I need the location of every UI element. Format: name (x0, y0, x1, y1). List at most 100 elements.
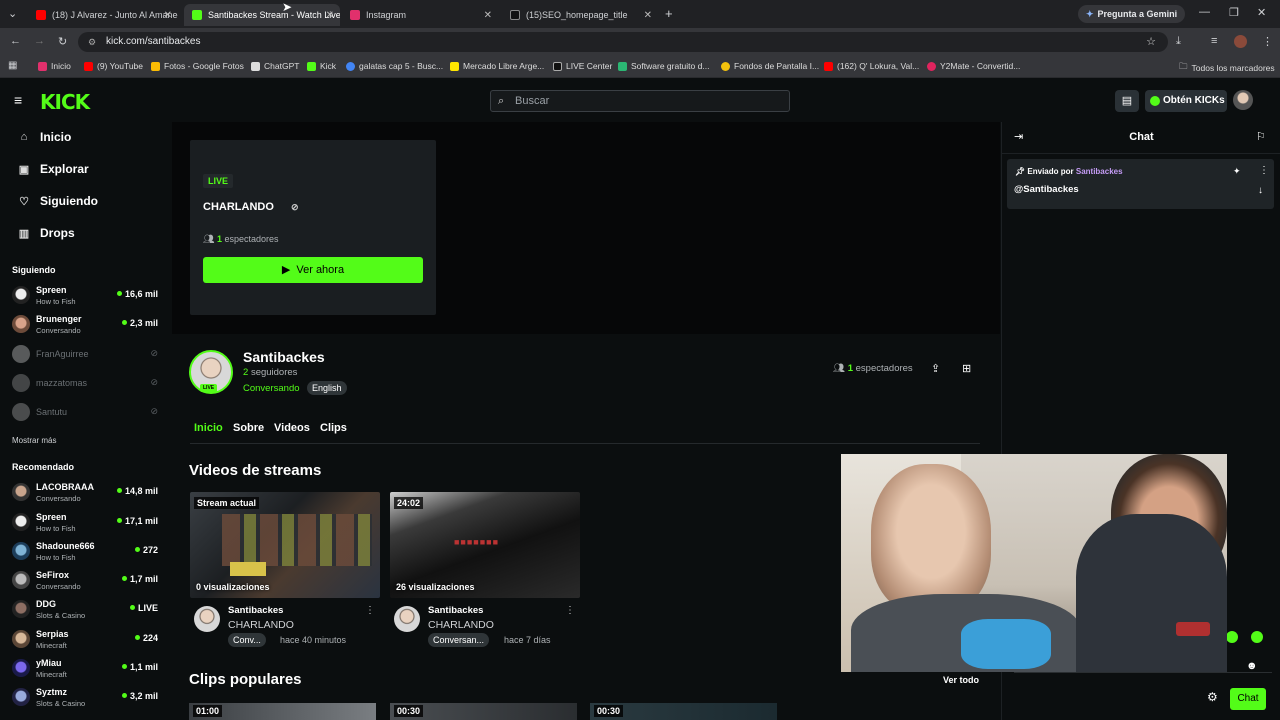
sidebar-channel-shadoune666[interactable]: Shadoune666 How to Fish 272 (12, 539, 162, 565)
nav-drops[interactable]: ▥ Drops (16, 226, 75, 240)
avatar[interactable] (194, 606, 220, 632)
kick-logo[interactable]: KICK (40, 90, 90, 114)
tab-search-icon[interactable]: ⌄ (8, 7, 17, 20)
close-icon[interactable]: ✕ (164, 10, 172, 21)
video-title[interactable]: CHARLANDO (428, 619, 494, 631)
sidebar-channel-mazzatomas[interactable]: mazzatomas ⊘ (12, 371, 162, 397)
video-channel[interactable]: Santibackes (228, 605, 283, 616)
bookmark-item[interactable]: Y2Mate - Convertid... (927, 61, 1020, 71)
sidebar-channel-franaguirree[interactable]: FranAguirree ⊘ (12, 342, 162, 368)
forward-icon[interactable]: → (34, 35, 45, 47)
search-input[interactable]: ⌕ Buscar (490, 90, 790, 112)
expand-icon[interactable]: ↓ (1258, 185, 1263, 196)
clip-card[interactable]: 01:00 (189, 703, 376, 720)
settings-gear-icon[interactable]: ⚙ (1207, 690, 1218, 704)
bookmark-item[interactable]: ChatGPT (251, 61, 299, 71)
close-icon[interactable]: ✕ (484, 10, 492, 21)
site-info-icon[interactable]: ⚙ (88, 32, 96, 52)
theater-mode-icon[interactable]: ⊞ (962, 362, 971, 375)
avatar (12, 286, 30, 304)
sidebar-channel-syztmz[interactable]: Syztmz Slots & Casino 3,2 mil (12, 685, 162, 711)
browser-tab-2[interactable]: Santibackes Stream - Watch Live ✕ (184, 4, 340, 26)
show-more-link[interactable]: Mostrar más (12, 436, 56, 445)
apps-grid-icon[interactable]: ▦ (8, 60, 17, 71)
store-button[interactable]: ▤ (1115, 90, 1139, 112)
minimize-icon[interactable]: — (1199, 6, 1210, 18)
close-icon[interactable]: ✕ (326, 10, 334, 21)
video-category[interactable]: Conv... (228, 633, 266, 647)
close-icon[interactable]: ✕ (644, 10, 652, 21)
tab-inicio[interactable]: Inicio (194, 422, 223, 434)
bookmark-item[interactable]: Software gratuito d... (618, 61, 709, 71)
video-category[interactable]: Conversan... (428, 633, 490, 647)
close-window-icon[interactable]: ✕ (1257, 6, 1266, 19)
bookmark-item[interactable]: LIVE Center (553, 61, 612, 71)
watch-now-button[interactable]: ▶ Ver ahora (203, 257, 423, 283)
reload-icon[interactable]: ↻ (58, 35, 67, 48)
get-kicks-button[interactable]: Obtén KICKs (1145, 90, 1227, 112)
user-avatar[interactable] (1233, 90, 1253, 110)
nav-siguiendo[interactable]: ♡ Siguiendo (16, 194, 98, 208)
chrome-menu-icon[interactable]: ⋮ (1262, 35, 1273, 48)
sidebar-channel-spreen[interactable]: Spreen How to Fish 17,1 mil (12, 510, 162, 536)
channel-category: Minecraft (36, 670, 67, 679)
sidebar-channel-serpias[interactable]: Serpias Minecraft 224 (12, 627, 162, 653)
sidebar-channel-ymiau[interactable]: yMiau Minecraft 1,1 mil (12, 656, 162, 682)
tab-sobre[interactable]: Sobre (233, 422, 264, 434)
more-options-icon[interactable]: ⋮ (1259, 165, 1269, 176)
download-icon[interactable]: ⤓ (1176, 35, 1181, 48)
video-title[interactable]: CHARLANDO (228, 619, 294, 631)
tab-clips[interactable]: Clips (320, 422, 347, 434)
share-icon[interactable]: ⇪ (931, 362, 940, 375)
language-tag[interactable]: English (307, 381, 347, 395)
avatar[interactable] (394, 606, 420, 632)
pinned-user[interactable]: Santibackes (1076, 167, 1123, 176)
bookmark-star-icon[interactable]: ☆ (1146, 32, 1156, 52)
url-field[interactable]: ⚙ kick.com/santibackes ☆ (78, 32, 1168, 52)
gemini-button[interactable]: ✦ Pregunta a Gemini (1078, 5, 1186, 23)
bookmark-item[interactable]: Inicio (38, 61, 71, 71)
tab-videos[interactable]: Videos (274, 422, 310, 434)
profile-avatar[interactable] (1234, 35, 1247, 48)
clip-card[interactable]: 00:30 (590, 703, 777, 720)
viewers-icon: 👥︎ (203, 234, 215, 244)
more-options-icon[interactable]: ⋮ (365, 605, 375, 616)
nav-explorar[interactable]: ▣ Explorar (16, 162, 89, 176)
sidebar-channel-lacobraaa[interactable]: LACOBRAAA Conversando 14,8 mil (12, 480, 162, 506)
bookmark-item[interactable]: Mercado Libre Arge... (450, 61, 544, 71)
sidebar-channel-spreen[interactable]: Spreen How to Fish 16,6 mil (12, 283, 162, 309)
media-control-icon[interactable]: ≡ (1211, 35, 1217, 47)
sidebar-channel-ddg[interactable]: DDG Slots & Casino LIVE (12, 597, 162, 623)
bookmark-item[interactable]: (9) YouTube (84, 61, 143, 71)
video-channel[interactable]: Santibackes (428, 605, 483, 616)
menu-icon[interactable]: ≡ (14, 92, 22, 108)
channel-category-link[interactable]: Conversando (243, 383, 300, 394)
sidebar-channel-santutu[interactable]: Santutu ⊘ (12, 400, 162, 426)
browser-tab-1[interactable]: (18) J Alvarez - Junto Al Amanecer ✕ (28, 4, 178, 26)
emoji-icon[interactable]: ☻ (1246, 660, 1258, 672)
all-bookmarks[interactable]: 🗀 Todos los marcadores (1179, 61, 1275, 75)
maximize-icon[interactable]: ❐ (1229, 6, 1239, 19)
see-all-link[interactable]: Ver todo (943, 675, 979, 685)
pin-icon: 📌︎ (1015, 167, 1026, 176)
sidebar-channel-sefirox[interactable]: SeFirox Conversando 1,7 mil (12, 568, 162, 594)
nav-inicio[interactable]: ⌂ Inicio (16, 130, 72, 144)
unpin-icon[interactable]: ✦ (1233, 166, 1241, 177)
browser-tab-3[interactable]: Instagram ✕ (342, 4, 498, 26)
chat-users-icon[interactable]: ⚐ (1256, 130, 1266, 143)
clip-card[interactable]: 00:30 (390, 703, 577, 720)
emote-icon[interactable] (1251, 631, 1263, 643)
sidebar-channel-brunenger[interactable]: Brunenger Conversando 2,3 mil (12, 312, 162, 338)
bookmark-item[interactable]: galatas cap 5 - Busc... (346, 61, 443, 71)
bookmark-item[interactable]: Fondos de Pantalla I... (721, 61, 819, 71)
new-tab-icon[interactable]: + (665, 6, 673, 21)
back-icon[interactable]: ← (10, 35, 21, 47)
bookmark-item[interactable]: Fotos - Google Fotos (151, 61, 244, 71)
emote-icon[interactable] (1226, 631, 1238, 643)
chat-send-button[interactable]: Chat (1230, 688, 1266, 710)
browser-tab-4[interactable]: (15)SEO_homepage_title ✕ (502, 4, 658, 26)
bookmark-item[interactable]: Kick (307, 61, 336, 71)
bookmark-label: Fondos de Pantalla I... (734, 61, 820, 71)
more-options-icon[interactable]: ⋮ (565, 605, 575, 616)
bookmark-item[interactable]: (162) Q' Lokura, Val... (824, 61, 919, 71)
